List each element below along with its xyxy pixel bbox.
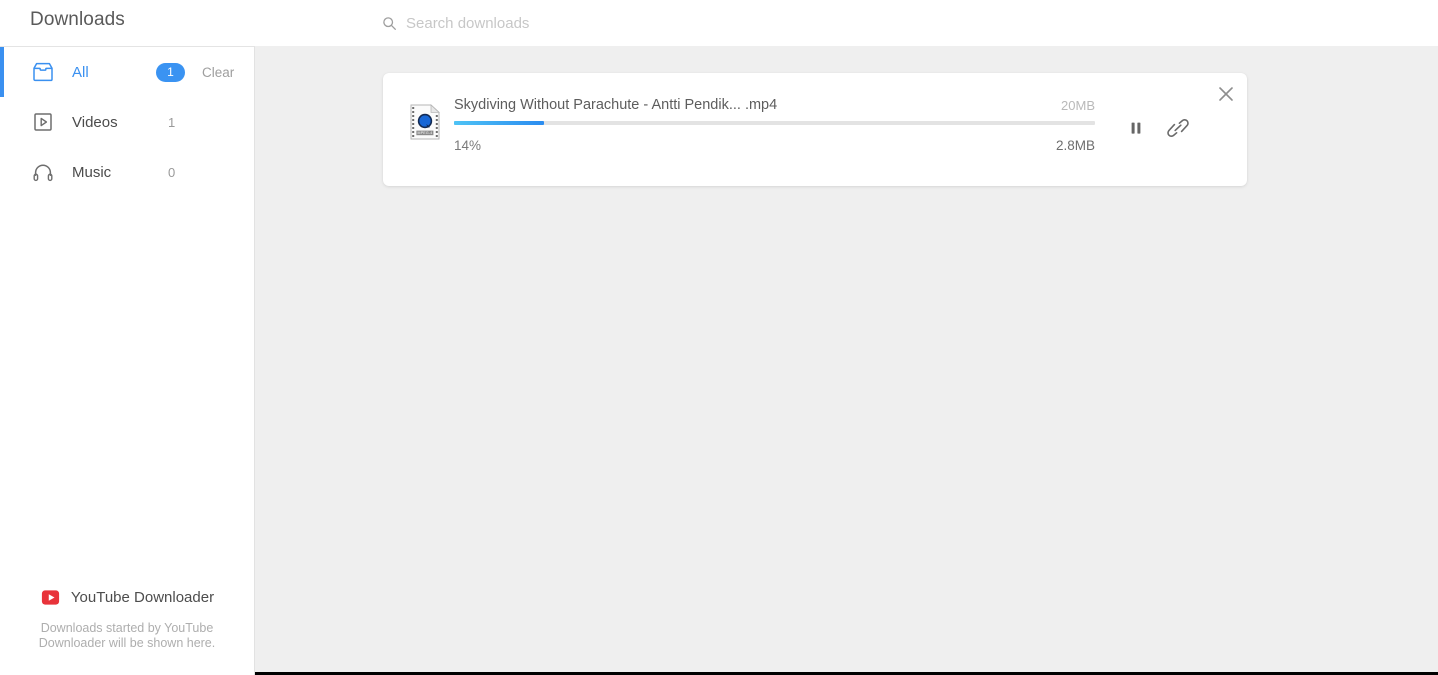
page-title: Downloads bbox=[30, 9, 125, 30]
sidebar-item-label: Videos bbox=[72, 113, 118, 131]
download-info: Skydiving Without Parachute - Antti Pend… bbox=[454, 97, 1095, 154]
downloaded-size: 2.8MB bbox=[1055, 137, 1095, 153]
file-total-size: 20MB bbox=[1061, 98, 1095, 113]
video-play-icon bbox=[34, 113, 52, 131]
link-icon[interactable] bbox=[1165, 115, 1191, 141]
top-bar: Downloads bbox=[0, 0, 1438, 46]
download-row-bottom: 14% 2.8MB bbox=[454, 136, 1095, 154]
clear-button[interactable]: Clear bbox=[202, 65, 234, 80]
pause-icon[interactable] bbox=[1123, 115, 1149, 141]
search-icon bbox=[383, 16, 396, 30]
progress-bar-fill bbox=[454, 121, 544, 125]
download-card: MPEG-4 Skydiving Without Parachute - Ant… bbox=[383, 73, 1247, 186]
file-name: Skydiving Without Parachute - Antti Pend… bbox=[454, 97, 778, 113]
download-row-top: Skydiving Without Parachute - Antti Pend… bbox=[454, 97, 1095, 119]
sidebar-empty-note: Downloads started by YouTube Downloader … bbox=[38, 621, 216, 650]
sidebar-item-label: All bbox=[72, 63, 89, 81]
close-icon[interactable] bbox=[1216, 84, 1236, 104]
sidebar-count-music: 0 bbox=[168, 164, 176, 180]
sidebar-badge-all: 1 bbox=[156, 62, 185, 82]
sidebar-footer: YouTube Downloader Downloads started by … bbox=[0, 587, 254, 651]
sidebar-count-videos: 1 bbox=[168, 114, 176, 130]
app-window: Downloads All 1 Clear bbox=[0, 0, 1438, 675]
search-input[interactable] bbox=[406, 14, 766, 32]
youtube-icon bbox=[41, 590, 59, 605]
brand-name: YouTube Downloader bbox=[70, 589, 215, 606]
inbox-icon bbox=[33, 62, 53, 82]
active-accent-bar bbox=[0, 47, 4, 97]
sidebar-item-music[interactable]: Music 0 bbox=[0, 147, 255, 197]
svg-text:MPEG-4: MPEG-4 bbox=[418, 131, 433, 135]
sidebar-item-label: Music bbox=[72, 163, 112, 181]
brand: YouTube Downloader bbox=[0, 587, 254, 608]
sidebar-item-videos[interactable]: Videos 1 bbox=[0, 97, 255, 147]
content-area: MPEG-4 Skydiving Without Parachute - Ant… bbox=[256, 46, 1438, 672]
progress-bar bbox=[454, 121, 1095, 125]
search-bar[interactable] bbox=[382, 10, 766, 36]
headphones-icon bbox=[33, 164, 53, 182]
sidebar-nav: All 1 Clear Videos 1 Music 0 bbox=[0, 47, 255, 197]
progress-percent: 14% bbox=[454, 137, 482, 153]
sidebar: All 1 Clear Videos 1 Music 0 YouTube Dow… bbox=[0, 46, 255, 675]
mpeg4-file-icon: MPEG-4 bbox=[410, 104, 440, 140]
sidebar-item-all[interactable]: All 1 Clear bbox=[0, 47, 255, 97]
